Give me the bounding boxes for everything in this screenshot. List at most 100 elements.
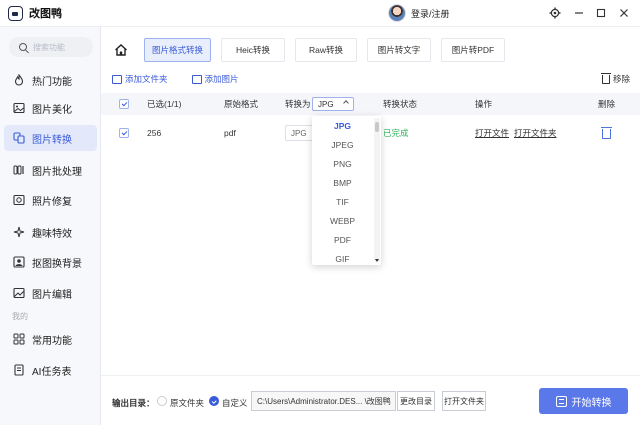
sidebar-item-convert[interactable]: 图片转换: [4, 125, 97, 151]
add-image-label: 添加图片: [204, 74, 239, 84]
tab-format-convert[interactable]: 图片格式转换: [144, 38, 211, 62]
sidebar: 搜索功能 热门功能 图片美化 图片转换 图片批处理 照片修复 趣味特效 抠图换背…: [0, 27, 101, 425]
sidebar-item-beautify[interactable]: 图片美化: [4, 95, 97, 121]
batch-icon: [12, 164, 25, 177]
start-convert-button[interactable]: 开始转换: [539, 388, 628, 414]
sidebar-item-label: 照片修复: [32, 196, 72, 208]
add-image-button[interactable]: 添加图片: [191, 73, 239, 85]
sidebar-item-hot[interactable]: 热门功能: [4, 67, 97, 93]
ai-task-icon: [12, 364, 25, 377]
sidebar-item-label: AI任务表: [32, 366, 72, 378]
dropdown-option-webp[interactable]: WEBP: [312, 211, 381, 230]
search-icon: [19, 43, 27, 51]
login-link[interactable]: 登录/注册: [411, 7, 450, 20]
select-all-checkbox[interactable]: [119, 99, 129, 109]
sidebar-item-label: 热门功能: [32, 76, 72, 88]
maximize-icon[interactable]: [593, 5, 609, 21]
title-bar: 改图鸭 登录/注册: [0, 0, 640, 27]
format-dropdown: JPG JPEG PNG BMP TIF WEBP PDF GIF: [312, 116, 381, 265]
open-file-link[interactable]: 打开文件: [475, 127, 509, 139]
search-input[interactable]: 搜索功能: [9, 37, 93, 57]
sidebar-item-label: 趣味特效: [32, 228, 72, 240]
table-header: 已选(1/1) 原始格式 转换为 JPG 转换状态 操作 删除: [101, 93, 640, 115]
sidebar-item-repair[interactable]: 照片修复: [4, 187, 97, 213]
tab-heic-convert[interactable]: Heic转换: [221, 38, 285, 62]
row-format-value: JPG: [291, 128, 307, 138]
header-status: 转换状态: [383, 99, 418, 109]
file-format: pdf: [224, 128, 236, 138]
user-login[interactable]: 登录/注册: [388, 4, 450, 22]
start-convert-label: 开始转换: [571, 397, 612, 409]
add-folder-label: 添加文件夹: [125, 74, 168, 84]
cutout-icon: [12, 256, 25, 269]
avatar[interactable]: [388, 4, 406, 22]
tab-image-to-pdf[interactable]: 图片转PDF: [441, 38, 505, 62]
remove-label: 移除: [612, 74, 630, 84]
dropdown-option-tif[interactable]: TIF: [312, 192, 381, 211]
status-badge: 已完成: [383, 128, 409, 138]
radio-custom[interactable]: [209, 396, 219, 406]
sidebar-item-label: 图片批处理: [32, 166, 82, 178]
delete-icon[interactable]: [601, 127, 612, 139]
open-folder-link[interactable]: 打开文件夹: [514, 127, 557, 139]
main-panel: 图片格式转换 Heic转换 Raw转换 图片转文字 图片转PDF 添加文件夹 添…: [101, 27, 640, 425]
header-delete: 删除: [598, 99, 616, 109]
sidebar-item-label: 常用功能: [32, 335, 72, 347]
radio-original-folder[interactable]: [157, 396, 167, 406]
header-actions: 操作: [475, 99, 493, 109]
radio-custom-label[interactable]: 自定义: [222, 397, 248, 409]
tab-raw-convert[interactable]: Raw转换: [295, 38, 357, 62]
header-convert-to: 转换为: [285, 99, 311, 109]
change-directory-button[interactable]: 更改目录: [397, 391, 435, 411]
add-folder-button[interactable]: 添加文件夹: [112, 73, 168, 85]
image-beautify-icon: [12, 102, 25, 115]
sidebar-item-favorites[interactable]: 常用功能: [4, 326, 97, 352]
sidebar-item-ai-tasks[interactable]: AI任务表: [4, 357, 97, 383]
dropdown-scrollbar[interactable]: [374, 118, 380, 261]
convert-icon: [12, 132, 25, 145]
output-path-field[interactable]: C:\Users\Administrator.DES... \改图鸭: [251, 391, 396, 411]
dropdown-option-pdf[interactable]: PDF: [312, 230, 381, 249]
file-toolbar: 添加文件夹 添加图片: [112, 73, 263, 85]
app-title: 改图鸭: [29, 8, 62, 20]
chevron-up-icon: [343, 100, 349, 106]
section-mine: 我的: [12, 312, 28, 321]
dropdown-option-jpeg[interactable]: JPEG: [312, 135, 381, 154]
sidebar-item-batch[interactable]: 图片批处理: [4, 157, 97, 183]
home-icon[interactable]: [114, 43, 128, 57]
close-icon[interactable]: [616, 5, 632, 21]
row-checkbox[interactable]: [119, 128, 129, 138]
dropdown-option-jpg[interactable]: JPG: [312, 116, 381, 135]
settings-icon[interactable]: [547, 5, 563, 21]
add-image-icon: [191, 74, 202, 84]
dropdown-option-gif[interactable]: GIF: [312, 249, 381, 265]
tab-image-to-text[interactable]: 图片转文字: [367, 38, 431, 62]
sidebar-item-cutout[interactable]: 抠图换背景: [4, 249, 97, 275]
header-selected: 已选(1/1): [147, 99, 182, 109]
header-format-select[interactable]: JPG: [312, 97, 354, 111]
sidebar-item-label: 图片美化: [32, 104, 72, 116]
edit-icon: [12, 287, 25, 300]
remove-button[interactable]: 移除: [600, 72, 630, 85]
open-output-folder-button[interactable]: 打开文件夹: [442, 391, 486, 411]
app-logo-icon: [8, 5, 23, 21]
scroll-down-icon[interactable]: [375, 259, 379, 262]
add-folder-icon: [112, 74, 122, 84]
grid-icon: [12, 333, 25, 346]
sidebar-item-effects[interactable]: 趣味特效: [4, 219, 97, 245]
header-original-format: 原始格式: [224, 99, 259, 109]
search-placeholder: 搜索功能: [33, 42, 65, 52]
file-name: 256: [147, 128, 162, 138]
output-label: 输出目录：: [112, 398, 155, 408]
dropdown-scroll-thumb[interactable]: [375, 122, 379, 132]
minimize-icon[interactable]: [571, 5, 587, 21]
dropdown-option-bmp[interactable]: BMP: [312, 173, 381, 192]
sidebar-item-label: 图片转换: [32, 134, 72, 146]
sidebar-item-edit[interactable]: 图片编辑: [4, 280, 97, 306]
radio-original-label[interactable]: 原文件夹: [170, 397, 204, 409]
dropdown-option-png[interactable]: PNG: [312, 154, 381, 173]
convert-swap-icon: [555, 395, 567, 407]
trash-icon: [600, 72, 611, 84]
flame-icon: [12, 74, 25, 87]
tab-bar: 图片格式转换 Heic转换 Raw转换 图片转文字 图片转PDF: [144, 38, 515, 62]
